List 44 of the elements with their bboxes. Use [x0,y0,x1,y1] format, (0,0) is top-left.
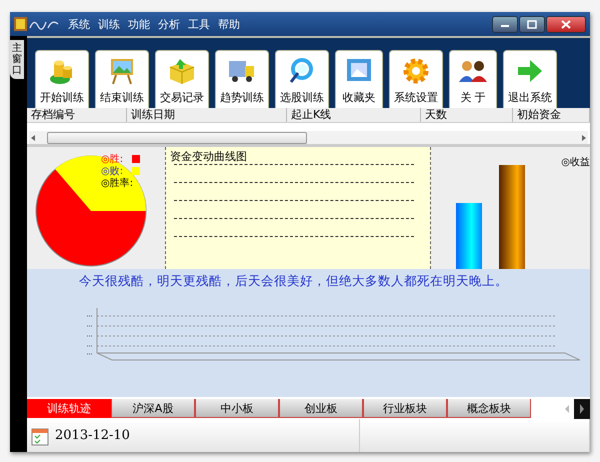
toolbar-button[interactable]: 收藏夹 [335,50,383,108]
minimize-button[interactable] [492,16,518,32]
maximize-button[interactable] [519,16,545,32]
horizontal-scrollbar[interactable] [29,131,588,144]
market-tab[interactable]: 中小板 [195,399,279,418]
maximize-icon [527,20,537,28]
menu-item[interactable]: 帮助 [218,16,240,32]
market-tab[interactable]: 创业板 [279,399,363,418]
column-header[interactable]: 起止K线 [287,108,421,122]
toolbar-button[interactable]: 开始训练 [35,50,89,108]
toolbar-button[interactable]: 系统设置 [389,50,443,108]
column-header[interactable]: 训练日期 [127,108,287,122]
toolbar-button[interactable]: 退出系统 [503,50,557,108]
market-tab[interactable]: 行业板块 [363,399,447,418]
bar-legend-label: ◎收益 [561,156,590,169]
menu-item[interactable]: 系统 [68,16,90,32]
toolbar-button[interactable]: 选股训练 [275,50,329,108]
scroll-right-icon[interactable] [574,399,590,419]
scroll-right-icon[interactable] [580,132,588,142]
column-header[interactable]: 天数 [421,108,513,122]
market-tab[interactable]: 概念板块 [447,399,531,418]
column-header[interactable]: 存档编号 [27,108,127,122]
toolbar-button[interactable]: 趋势训练 [215,50,269,108]
close-button[interactable] [546,16,586,32]
market-tab[interactable]: 沪深A股 [111,399,195,418]
menu-item[interactable]: 工具 [188,16,210,32]
market-tab[interactable]: 训练轨迹 [27,399,111,418]
menu-item[interactable]: 分析 [158,16,180,32]
chart-title: 资金变动曲线图 [170,149,248,164]
toolbar-button[interactable]: 关 于 [449,50,497,108]
column-header[interactable]: 初始资金 [513,108,590,122]
logo-icon [14,16,60,32]
toolbar-button[interactable]: 结束训练 [95,50,149,108]
quote-text: 今天很残酷，明天更残酷，后天会很美好，但绝大多数人都死在明天晚上。 [78,272,509,290]
legend-label: ◎胜率: [101,176,134,190]
toolbar-button[interactable]: 交易记录 [155,50,209,108]
menu-item[interactable]: 训练 [98,16,120,32]
legend-label: ◎败: [101,165,124,178]
side-tab[interactable]: 主窗口 [10,40,24,79]
calendar-icon [31,426,49,446]
scroll-left-icon[interactable] [29,132,37,142]
close-icon [561,20,571,28]
status-date: 2013-12-10 [55,428,130,443]
menu-item[interactable]: 功能 [128,16,150,32]
